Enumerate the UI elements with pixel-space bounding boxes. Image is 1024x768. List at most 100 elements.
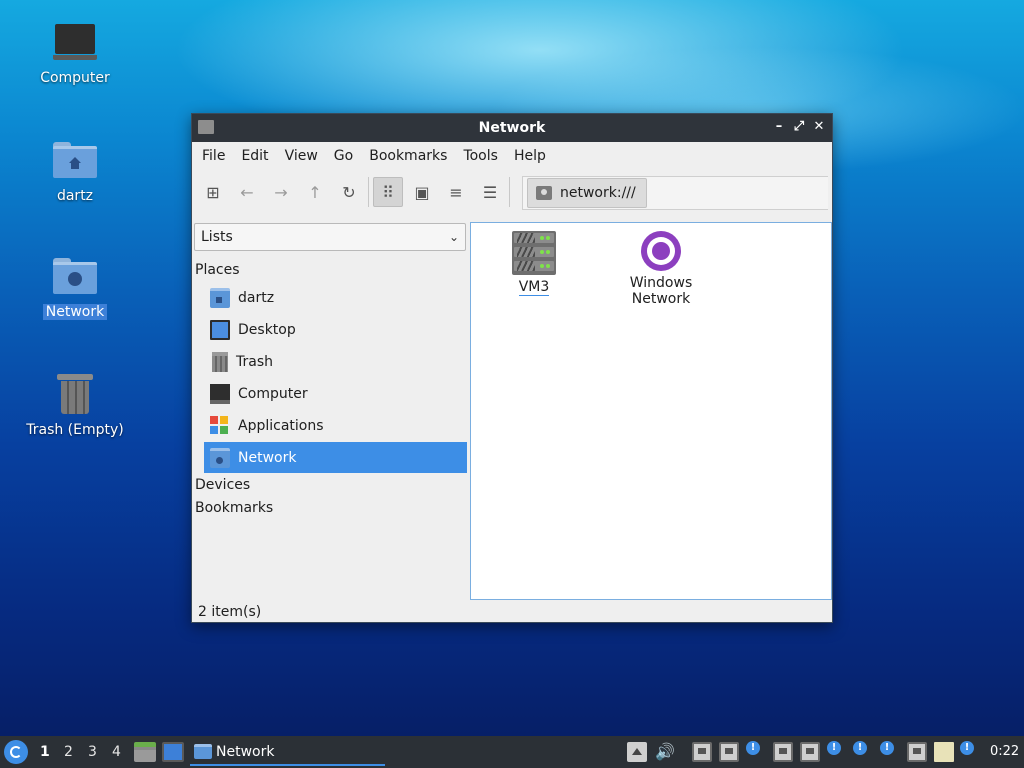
new-tab-button[interactable]: ⊞ <box>198 177 228 207</box>
desktop-icon-label: dartz <box>56 188 94 204</box>
path-button-network[interactable]: network:/// <box>527 178 647 208</box>
taskbar-item-label: Network <box>216 744 275 760</box>
menu-edit[interactable]: Edit <box>233 148 276 164</box>
back-button[interactable]: ← <box>232 177 262 207</box>
reload-button[interactable]: ↻ <box>334 177 364 207</box>
path-label: network:/// <box>560 185 636 201</box>
menu-tools[interactable]: Tools <box>455 148 506 164</box>
minimize-button[interactable]: – <box>770 118 788 136</box>
workspace-4[interactable]: 4 <box>112 744 121 760</box>
new-tab-icon: ⊞ <box>206 182 220 202</box>
taskbar-item-network[interactable]: Network <box>190 738 385 766</box>
show-desktop-icon[interactable] <box>162 742 184 762</box>
reload-icon: ↻ <box>342 182 356 202</box>
window-titlebar[interactable]: Network – ⤢ ✕ <box>192 114 832 142</box>
file-item-vm3[interactable]: VM3 <box>474 231 594 296</box>
thumbnail-view-icon: ▣ <box>414 182 430 202</box>
file-item-label: Network <box>631 291 691 307</box>
thumbnail-view-button[interactable]: ▣ <box>407 177 437 207</box>
notification-alert-icon[interactable]: ! <box>880 741 894 755</box>
folder-icon <box>194 744 212 759</box>
close-button[interactable]: ✕ <box>810 118 828 136</box>
clock[interactable]: 0:22 <box>990 744 1019 759</box>
desktop-icon-dartz[interactable]: dartz <box>20 136 130 204</box>
sidebar-item-trash[interactable]: Trash <box>204 346 467 377</box>
notification-alert-icon[interactable]: ! <box>960 741 974 755</box>
maximize-button[interactable]: ⤢ <box>790 118 808 136</box>
toolbar-separator <box>509 177 510 207</box>
menu-file[interactable]: File <box>194 148 233 164</box>
status-bar: 2 item(s) <box>198 604 262 620</box>
sidebar-item-applications[interactable]: Applications <box>204 410 467 441</box>
sidebar-item-label: dartz <box>238 289 275 306</box>
detailed-list-view-icon: ☰ <box>482 182 498 202</box>
window-title: Network <box>478 120 546 136</box>
network-status-icon[interactable] <box>692 742 712 762</box>
devices-header[interactable]: Devices <box>195 477 250 493</box>
file-item-label: VM3 <box>518 279 550 296</box>
desktop-icon-label: Computer <box>40 70 110 86</box>
sidebar-item-network[interactable]: Network <box>204 442 467 473</box>
notification-alert-icon[interactable]: ! <box>827 741 841 755</box>
desktop-icon-label: Network <box>42 304 108 320</box>
icon-view-button[interactable]: ⠿ <box>373 177 403 207</box>
icon-view-icon: ⠿ <box>382 182 394 202</box>
workspace-2[interactable]: 2 <box>64 744 73 760</box>
toolbar-separator <box>368 177 369 207</box>
file-manager-launcher-icon[interactable] <box>134 742 156 762</box>
clipboard-icon[interactable] <box>934 742 954 762</box>
places-header[interactable]: Places <box>195 262 240 278</box>
compact-view-icon: ≡ <box>449 182 463 202</box>
notification-alert-icon[interactable]: ! <box>746 741 760 755</box>
network-status-icon[interactable] <box>800 742 820 762</box>
network-status-icon[interactable] <box>907 742 927 762</box>
sidebar-item-dartz[interactable]: dartz <box>204 282 467 313</box>
eject-icon[interactable] <box>627 742 647 762</box>
taskbar: 1 2 3 4 Network 🔊 ! ! ! ! ! 0:22 <box>0 736 1024 768</box>
forward-button[interactable]: → <box>266 177 296 207</box>
volume-icon[interactable]: 🔊 <box>655 742 675 762</box>
computer-icon <box>210 383 230 404</box>
drive-icon <box>536 186 552 200</box>
menu-view[interactable]: View <box>277 148 326 164</box>
server-icon <box>512 231 556 275</box>
file-item-label: Windows <box>629 275 693 291</box>
file-view[interactable]: VM3 Windows Network <box>470 222 832 600</box>
chevron-down-icon: ⌄ <box>448 230 459 244</box>
sidebar-item-desktop[interactable]: Desktop <box>204 314 467 345</box>
workspace-1[interactable]: 1 <box>40 744 50 760</box>
file-item-windows-network[interactable]: Windows Network <box>601 231 721 307</box>
desktop-icon-label: Trash (Empty) <box>26 422 124 438</box>
notification-alert-icon[interactable]: ! <box>853 741 867 755</box>
detailed-list-view-button[interactable]: ☰ <box>475 177 505 207</box>
workspace-3[interactable]: 3 <box>88 744 97 760</box>
network-status-icon[interactable] <box>773 742 793 762</box>
menu-go[interactable]: Go <box>326 148 361 164</box>
menu-bookmarks[interactable]: Bookmarks <box>361 148 455 164</box>
side-pane-mode-select[interactable]: Lists ⌄ <box>194 223 466 251</box>
sidebar-item-computer[interactable]: Computer <box>204 378 467 409</box>
file-manager-window: Network – ⤢ ✕ File Edit View Go Bookmark… <box>191 113 833 623</box>
home-folder-icon <box>210 287 230 308</box>
menu-bar: File Edit View Go Bookmarks Tools Help <box>192 142 832 170</box>
computer-icon <box>51 18 99 66</box>
compact-view-button[interactable]: ≡ <box>441 177 471 207</box>
desktop-icon-trash[interactable]: Trash (Empty) <box>20 370 130 438</box>
menu-help[interactable]: Help <box>506 148 554 164</box>
start-menu-button[interactable] <box>4 740 28 764</box>
desktop-icon-computer[interactable]: Computer <box>20 18 130 86</box>
desktop-icon-network[interactable]: Network <box>20 252 130 320</box>
sidebar-item-label: Computer <box>238 385 308 402</box>
home-folder-icon <box>51 136 99 184</box>
sidebar-item-label: Applications <box>238 417 324 434</box>
sidebar-item-label: Desktop <box>238 321 296 338</box>
forward-icon: → <box>274 182 288 202</box>
network-folder-icon <box>51 252 99 300</box>
windows-network-icon <box>641 231 681 271</box>
network-status-icon[interactable] <box>719 742 739 762</box>
up-button[interactable]: ↑ <box>300 177 330 207</box>
network-folder-icon <box>210 447 230 468</box>
applications-icon <box>210 415 230 436</box>
bookmarks-header[interactable]: Bookmarks <box>195 500 273 516</box>
toolbar: ⊞ ← → ↑ ↻ ⠿ ▣ ≡ ☰ network:/// <box>192 170 832 214</box>
